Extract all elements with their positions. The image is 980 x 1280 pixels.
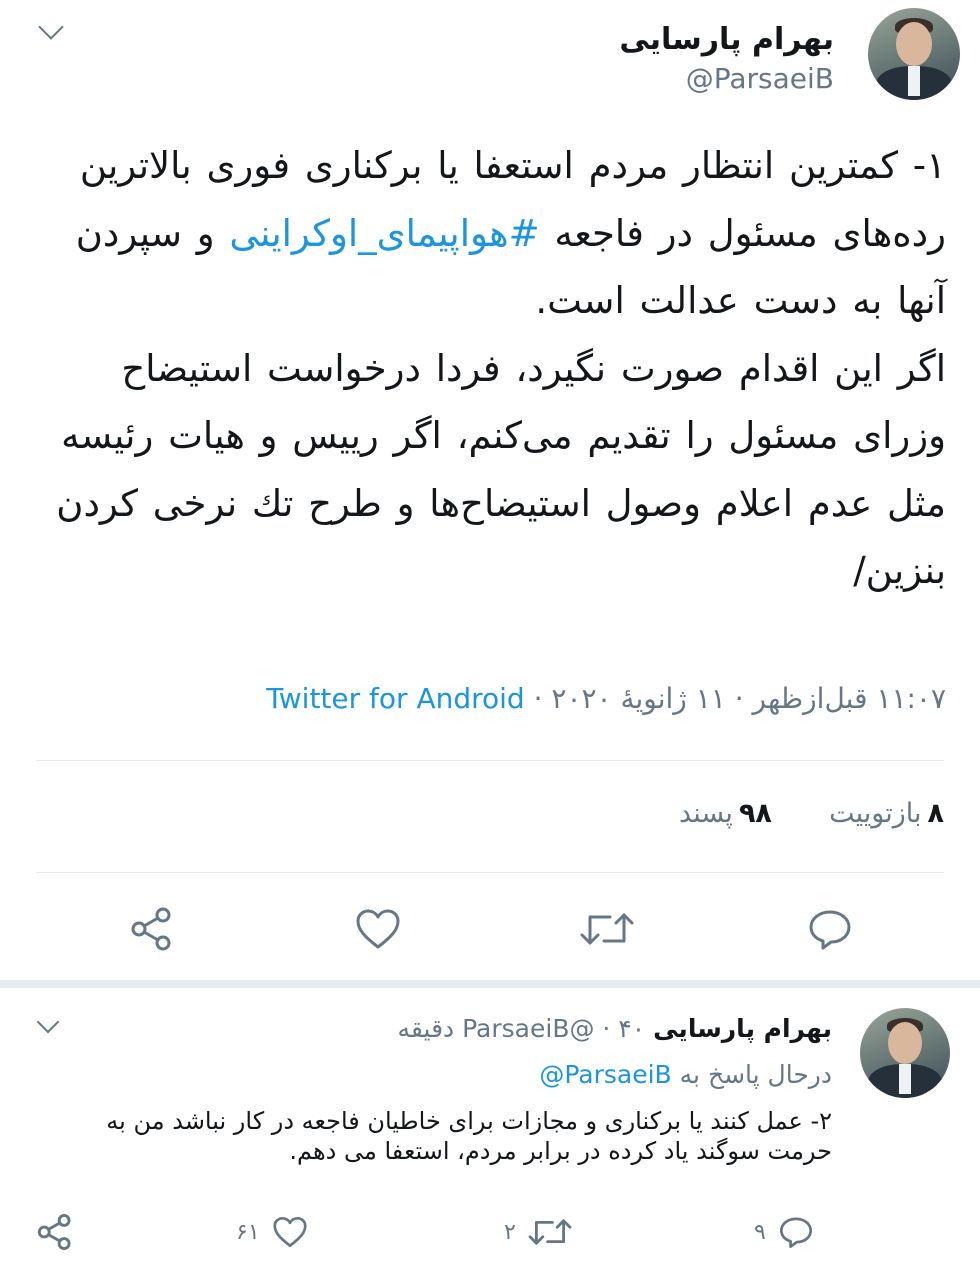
reply-author-avatar[interactable] (860, 1008, 950, 1098)
retweets-count: ۸ (927, 798, 944, 829)
likes-label: پسند (679, 798, 733, 829)
reply-like-count: ۶۱ (236, 1219, 260, 1245)
divider (36, 760, 944, 761)
hashtag-link[interactable]: #هواپیمای_اوکراینی (229, 212, 539, 255)
retweets-label: بازتوییت (829, 798, 922, 829)
tweet-text: ۱- کمترین انتظار مردم استعفا یا برکناری … (34, 132, 946, 605)
reply-reply-count: ۹ (754, 1219, 766, 1245)
reply-like-button[interactable]: ۶۱ (236, 1208, 308, 1256)
reply-button[interactable] (804, 904, 856, 954)
author-name[interactable]: بهرام پارسایی (619, 22, 834, 57)
replying-to-mention[interactable]: ParsaeiB@ (539, 1060, 671, 1089)
main-tweet: بهرام پارسایی @ParsaeiB ۱- کمترین انتظار… (0, 0, 980, 980)
chevron-down-icon[interactable] (36, 1010, 60, 1034)
likes-count: ۹۸ (738, 798, 772, 829)
like-button[interactable] (352, 904, 404, 954)
engagement-stats: ۸بازتوییت ۹۸پسند (679, 798, 944, 829)
share-button[interactable] (126, 904, 178, 954)
tweet-text-part3: اگر این اقدام صورت نگیرد، فردا درخواست ا… (56, 346, 946, 593)
replying-label: درحال پاسخ به (671, 1060, 832, 1089)
retweet-button[interactable] (578, 904, 636, 954)
reply-author-name[interactable]: بهرام پارسایی (653, 1014, 832, 1043)
retweet-icon (528, 1219, 572, 1245)
reply-reply-button[interactable]: ۹ (754, 1208, 814, 1256)
author-avatar[interactable] (868, 8, 960, 100)
reply-header: بهرام پارسایی ParsaeiB@ · ۴۰ دقیقه (397, 1014, 832, 1043)
reply-author-handle[interactable]: ParsaeiB@ (462, 1014, 594, 1043)
like-icon (273, 1216, 307, 1248)
section-separator (0, 980, 980, 988)
source-link[interactable]: Twitter for Android (266, 682, 524, 715)
likes-stat[interactable]: ۹۸پسند (679, 798, 772, 829)
retweets-stat[interactable]: ۸بازتوییت (829, 798, 944, 829)
chevron-down-icon[interactable] (38, 14, 64, 40)
reply-share-button[interactable] (36, 1208, 74, 1256)
reply-retweet-count: ۲ (504, 1219, 516, 1245)
reply-text: ۲- عمل کنند یا برکناری و مجازات برای خاط… (106, 1107, 832, 1165)
share-icon (37, 1214, 71, 1250)
reply-icon (779, 1217, 812, 1249)
tweet-meta: ۱۱:۰۷ قبل‌ازظهر · ۱۱ ژانویهٔ ۲۰۲۰ · Twit… (266, 682, 946, 715)
replying-to: درحال پاسخ به ParsaeiB@ (539, 1060, 832, 1089)
timestamp: ۱۱:۰۷ قبل‌ازظهر · ۱۱ ژانویهٔ ۲۰۲۰ · (524, 682, 946, 715)
reply-icon (809, 910, 851, 950)
reply-retweet-button[interactable]: ۲ (504, 1208, 572, 1256)
retweet-icon (580, 913, 634, 945)
reply-tweet[interactable]: بهرام پارسایی ParsaeiB@ · ۴۰ دقیقه درحال… (0, 988, 980, 1280)
author-handle[interactable]: @ParsaeiB (686, 62, 834, 95)
like-icon (356, 909, 400, 949)
divider (36, 872, 944, 873)
share-icon (131, 907, 171, 951)
